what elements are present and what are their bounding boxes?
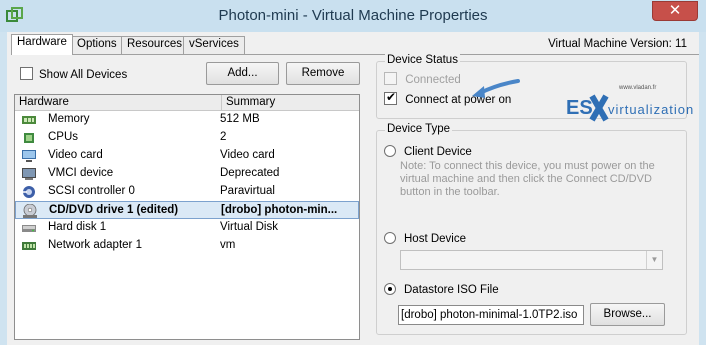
- row-summary: Virtual Disk: [220, 221, 278, 233]
- table-row[interactable]: VMCI device Deprecated: [15, 165, 359, 183]
- row-summary: [drobo] photon-min...: [221, 204, 338, 216]
- host-device-select: ▼: [400, 250, 663, 270]
- table-row[interactable]: Hard disk 1 Virtual Disk: [15, 219, 359, 237]
- client-device-note: Note: To connect this device, you must p…: [400, 160, 655, 198]
- row-name: SCSI controller 0: [48, 185, 135, 197]
- svg-text:ES: ES: [566, 97, 593, 119]
- scsi-controller-icon: [23, 186, 35, 198]
- window-title: Photon-mini - Virtual Machine Properties: [218, 7, 488, 24]
- row-name: VMCI device: [48, 167, 114, 179]
- hardware-list: Hardware Summary Memory 512 MB CPUs 2 Vi…: [14, 94, 360, 340]
- row-name: Video card: [48, 149, 103, 161]
- cpu-icon: [24, 133, 34, 143]
- tab-options[interactable]: Options: [71, 36, 123, 54]
- table-row[interactable]: Memory 512 MB: [15, 111, 359, 129]
- show-all-devices-checkbox[interactable]: [20, 67, 33, 80]
- chevron-down-icon: ▼: [646, 251, 662, 269]
- host-device-radio[interactable]: [384, 232, 396, 244]
- row-name: CD/DVD drive 1 (edited): [49, 204, 179, 216]
- esx-virtualization-logo: ES virtualization: [566, 94, 694, 122]
- show-all-devices-label: Show All Devices: [39, 69, 128, 81]
- browse-button[interactable]: Browse...: [590, 303, 665, 326]
- video-card-icon: [22, 150, 36, 162]
- row-summary: 2: [220, 131, 227, 143]
- tab-divider: [11, 54, 699, 55]
- memory-icon: [22, 116, 36, 124]
- row-summary: Video card: [220, 149, 275, 161]
- table-row[interactable]: Video card Video card: [15, 147, 359, 165]
- connected-checkbox: [384, 72, 397, 85]
- vm-version-label: Virtual Machine Version: 11: [548, 38, 687, 50]
- device-status-label: Device Status: [385, 54, 460, 66]
- list-header: Hardware Summary: [15, 95, 359, 111]
- remove-button[interactable]: Remove: [286, 62, 360, 85]
- connected-option: Connected: [384, 72, 461, 86]
- connect-at-power-on-checkbox[interactable]: [384, 90, 397, 105]
- tab-vservices[interactable]: vServices: [183, 36, 245, 54]
- table-row-selected[interactable]: CD/DVD drive 1 (edited) [drobo] photon-m…: [15, 201, 359, 219]
- vmci-device-icon: [22, 168, 36, 180]
- tab-hardware[interactable]: Hardware: [11, 34, 73, 55]
- datastore-iso-radio[interactable]: [384, 283, 396, 295]
- tab-resources[interactable]: Resources: [121, 36, 188, 54]
- dialog-body: Hardware Options Resources vServices Vir…: [7, 32, 699, 345]
- cd-dvd-drive-icon: [23, 204, 37, 218]
- row-name: Network adapter 1: [48, 239, 142, 251]
- host-device-label: Host Device: [404, 233, 466, 245]
- datastore-iso-option[interactable]: Datastore ISO File: [384, 283, 499, 296]
- column-header-summary[interactable]: Summary: [221, 95, 275, 111]
- table-row[interactable]: SCSI controller 0 Paravirtual: [15, 183, 359, 201]
- title-bar: Photon-mini - Virtual Machine Properties…: [0, 0, 706, 32]
- table-row[interactable]: Network adapter 1 vm: [15, 237, 359, 255]
- table-row[interactable]: CPUs 2: [15, 129, 359, 147]
- row-name: Hard disk 1: [48, 221, 107, 233]
- close-icon[interactable]: ✕: [652, 1, 698, 21]
- row-name: Memory: [48, 113, 90, 125]
- row-summary: vm: [220, 239, 236, 251]
- column-header-hardware[interactable]: Hardware: [19, 96, 69, 108]
- add-button[interactable]: Add...: [206, 62, 279, 85]
- hard-disk-icon: [22, 225, 36, 232]
- client-device-option[interactable]: Client Device: [384, 145, 472, 158]
- annotation-arrow-icon: [472, 79, 520, 98]
- svg-text:virtualization: virtualization: [608, 102, 694, 117]
- client-device-radio[interactable]: [384, 145, 396, 157]
- datastore-iso-path-field[interactable]: [drobo] photon-minimal-1.0TP2.iso: [398, 305, 584, 325]
- row-summary: 512 MB: [220, 113, 260, 125]
- row-summary: Deprecated: [220, 167, 280, 179]
- host-device-option[interactable]: Host Device: [384, 232, 466, 245]
- row-name: CPUs: [48, 131, 79, 143]
- client-device-label: Client Device: [404, 146, 472, 158]
- datastore-iso-label: Datastore ISO File: [404, 284, 499, 296]
- network-adapter-icon: [22, 242, 36, 250]
- connected-label: Connected: [405, 74, 461, 86]
- show-all-devices[interactable]: Show All Devices: [20, 67, 127, 81]
- device-type-label: Device Type: [385, 123, 453, 135]
- row-summary: Paravirtual: [220, 185, 275, 197]
